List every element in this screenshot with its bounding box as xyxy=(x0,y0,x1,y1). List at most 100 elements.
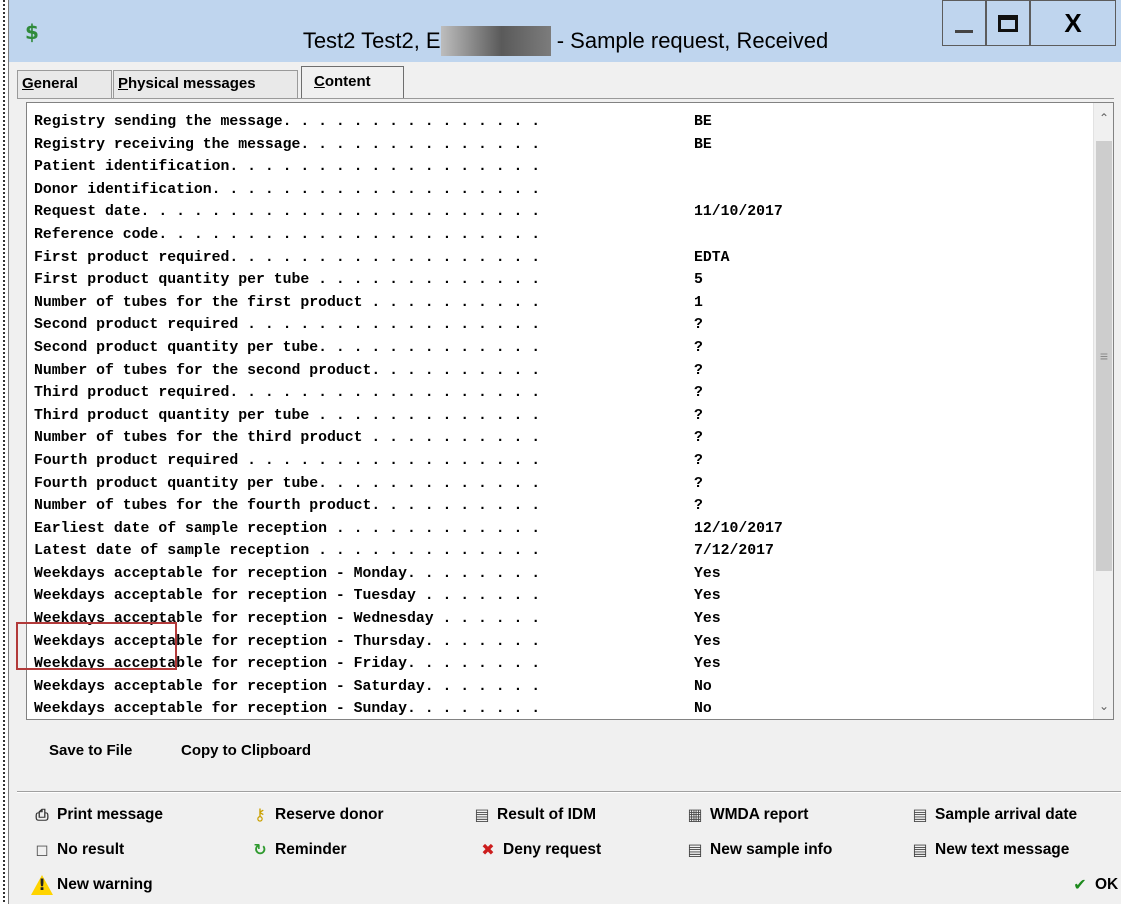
scroll-thumb[interactable]: ≡ xyxy=(1096,141,1112,571)
window-edge-dotted xyxy=(0,0,8,904)
print-message-label: Print message xyxy=(57,806,163,823)
content-line-value: ? xyxy=(694,407,703,424)
content-line-value: ? xyxy=(694,430,703,447)
content-line-label: Request date. . . . . . . . . . . . . . … xyxy=(34,204,541,221)
new-warning-button[interactable]: ! New warning xyxy=(31,873,153,897)
content-line-value: Yes xyxy=(694,611,721,628)
content-line-label: Weekdays acceptable for reception - Satu… xyxy=(34,678,541,695)
wmda-report-button[interactable]: ▦ WMDA report xyxy=(684,803,808,827)
content-line-value: ? xyxy=(694,498,703,515)
content-line-value: 11/10/2017 xyxy=(694,204,783,221)
tab-general[interactable]: General xyxy=(17,70,112,98)
content-line-label: Number of tubes for the first product . … xyxy=(34,294,541,311)
command-separator xyxy=(17,791,1121,793)
ok-button[interactable]: ✔ OK xyxy=(1069,873,1118,897)
content-line-value: BE xyxy=(694,114,712,130)
sample-arrival-date-label: Sample arrival date xyxy=(935,806,1078,823)
content-line-label: Registry receiving the message. . . . . … xyxy=(34,136,541,153)
content-line-label: Patient identification. . . . . . . . . … xyxy=(34,159,541,176)
content-line: Number of tubes for the third product . … xyxy=(34,427,1084,450)
content-line-value: No xyxy=(694,678,712,695)
content-line-label: Second product required . . . . . . . . … xyxy=(34,317,541,334)
content-line-value: ? xyxy=(694,362,703,379)
reminder-button[interactable]: ↻ Reminder xyxy=(249,838,347,862)
reserve-donor-button[interactable]: ⚷ Reserve donor xyxy=(249,803,384,827)
content-line-value: ? xyxy=(694,317,703,334)
vertical-scrollbar[interactable]: ⌃ ≡ ⌄ xyxy=(1093,103,1113,719)
title-bar[interactable]: $ Test2 Test2, E - Sample request, Recei… xyxy=(9,0,1121,62)
warning-icon: ! xyxy=(31,875,53,895)
minimize-icon xyxy=(955,29,973,33)
content-line: Fourth product required . . . . . . . . … xyxy=(34,450,1084,473)
content-line: Weekdays acceptable for reception - Thur… xyxy=(34,631,1084,654)
maximize-icon xyxy=(998,14,1018,32)
content-line-label: Weekdays acceptable for reception - Sund… xyxy=(34,701,541,718)
content-line-label: Third product required. . . . . . . . . … xyxy=(34,385,541,402)
content-line: Registry sending the message. . . . . . … xyxy=(34,111,1084,134)
content-line-value: ? xyxy=(694,452,703,469)
redacted-name xyxy=(440,26,551,56)
content-line: Number of tubes for the first product . … xyxy=(34,292,1084,315)
content-line-value: ? xyxy=(694,339,703,356)
scroll-up-icon[interactable]: ⌃ xyxy=(1094,107,1114,129)
result-of-idm-label: Result of IDM xyxy=(497,806,597,823)
content-line-value: 12/10/2017 xyxy=(694,520,783,537)
content-line-label: Weekdays acceptable for reception - Tues… xyxy=(34,588,541,605)
refresh-icon: ↻ xyxy=(253,840,267,859)
result-of-idm-button[interactable]: ▤ Result of IDM xyxy=(471,803,596,827)
copy-to-clipboard-button[interactable]: Copy to Clipboard xyxy=(181,742,311,759)
scroll-grip-icon: ≡ xyxy=(1099,348,1109,364)
content-line: Third product required. . . . . . . . . … xyxy=(34,382,1084,405)
content-line-value xyxy=(692,156,694,179)
no-result-label: No result xyxy=(57,841,125,858)
content-line-label: Number of tubes for the second product. … xyxy=(34,362,541,379)
document-icon: ▤ xyxy=(474,805,490,824)
message-content-textarea[interactable]: Registry sending the message. . . . . . … xyxy=(26,102,1114,720)
save-to-file-button[interactable]: Save to File xyxy=(49,742,132,759)
content-line-value: ? xyxy=(694,475,703,492)
minimize-button[interactable] xyxy=(942,0,986,46)
reminder-label: Reminder xyxy=(275,841,347,858)
maximize-button[interactable] xyxy=(986,0,1030,46)
calendar-icon: ▤ xyxy=(912,805,928,824)
report-icon: ▦ xyxy=(687,805,703,824)
tab-physical-accel: P xyxy=(118,75,129,92)
content-line-value xyxy=(692,179,694,202)
key-icon: ⚷ xyxy=(254,805,266,824)
close-button[interactable]: X xyxy=(1030,0,1116,46)
content-line: Earliest date of sample reception . . . … xyxy=(34,518,1084,541)
content-line: Weekdays acceptable for reception - Tues… xyxy=(34,585,1084,608)
new-text-message-button[interactable]: ▤ New text message xyxy=(909,838,1069,862)
deny-request-button[interactable]: ✖ Deny request xyxy=(477,838,601,862)
tab-physical-messages[interactable]: Physical messages xyxy=(113,70,298,98)
content-line: Weekdays acceptable for reception - Wedn… xyxy=(34,608,1084,631)
content-line: Weekdays acceptable for reception - Sund… xyxy=(34,698,1084,721)
content-line: Weekdays acceptable for reception - Satu… xyxy=(34,676,1084,699)
sample-request-window: $ Test2 Test2, E - Sample request, Recei… xyxy=(8,0,1121,904)
content-line: Number of tubes for the fourth product. … xyxy=(34,495,1084,518)
content-line-value: Yes xyxy=(694,656,721,673)
no-result-button[interactable]: ◻ No result xyxy=(31,838,124,862)
new-sample-info-label: New sample info xyxy=(710,841,833,858)
print-message-button[interactable]: ⎙ Print message xyxy=(31,803,163,827)
content-line-label: Reference code. . . . . . . . . . . . . … xyxy=(34,226,541,243)
sample-arrival-date-button[interactable]: ▤ Sample arrival date xyxy=(909,803,1077,827)
content-line-label: Donor identification. . . . . . . . . . … xyxy=(34,181,541,198)
content-line: Third product quantity per tube . . . . … xyxy=(34,405,1084,428)
content-line-label: Weekdays acceptable for reception - Mond… xyxy=(34,565,541,582)
content-line-value: 1 xyxy=(694,294,703,311)
content-line: Weekdays acceptable for reception - Mond… xyxy=(34,563,1084,586)
new-text-message-label: New text message xyxy=(935,841,1070,858)
tab-divider xyxy=(17,98,1114,99)
content-line-value: BE xyxy=(694,136,712,153)
blank-document-icon: ◻ xyxy=(35,840,49,859)
reserve-donor-label: Reserve donor xyxy=(275,806,384,823)
new-sample-info-button[interactable]: ▤ New sample info xyxy=(684,838,832,862)
scroll-down-icon[interactable]: ⌄ xyxy=(1094,695,1114,717)
content-line-value: Yes xyxy=(694,633,721,650)
content-line-label: Number of tubes for the third product . … xyxy=(34,430,541,447)
new-warning-label: New warning xyxy=(57,876,153,893)
content-line-label: Third product quantity per tube . . . . … xyxy=(34,407,541,424)
tab-content[interactable]: Content xyxy=(301,66,404,99)
content-line-value: 5 xyxy=(694,272,703,289)
